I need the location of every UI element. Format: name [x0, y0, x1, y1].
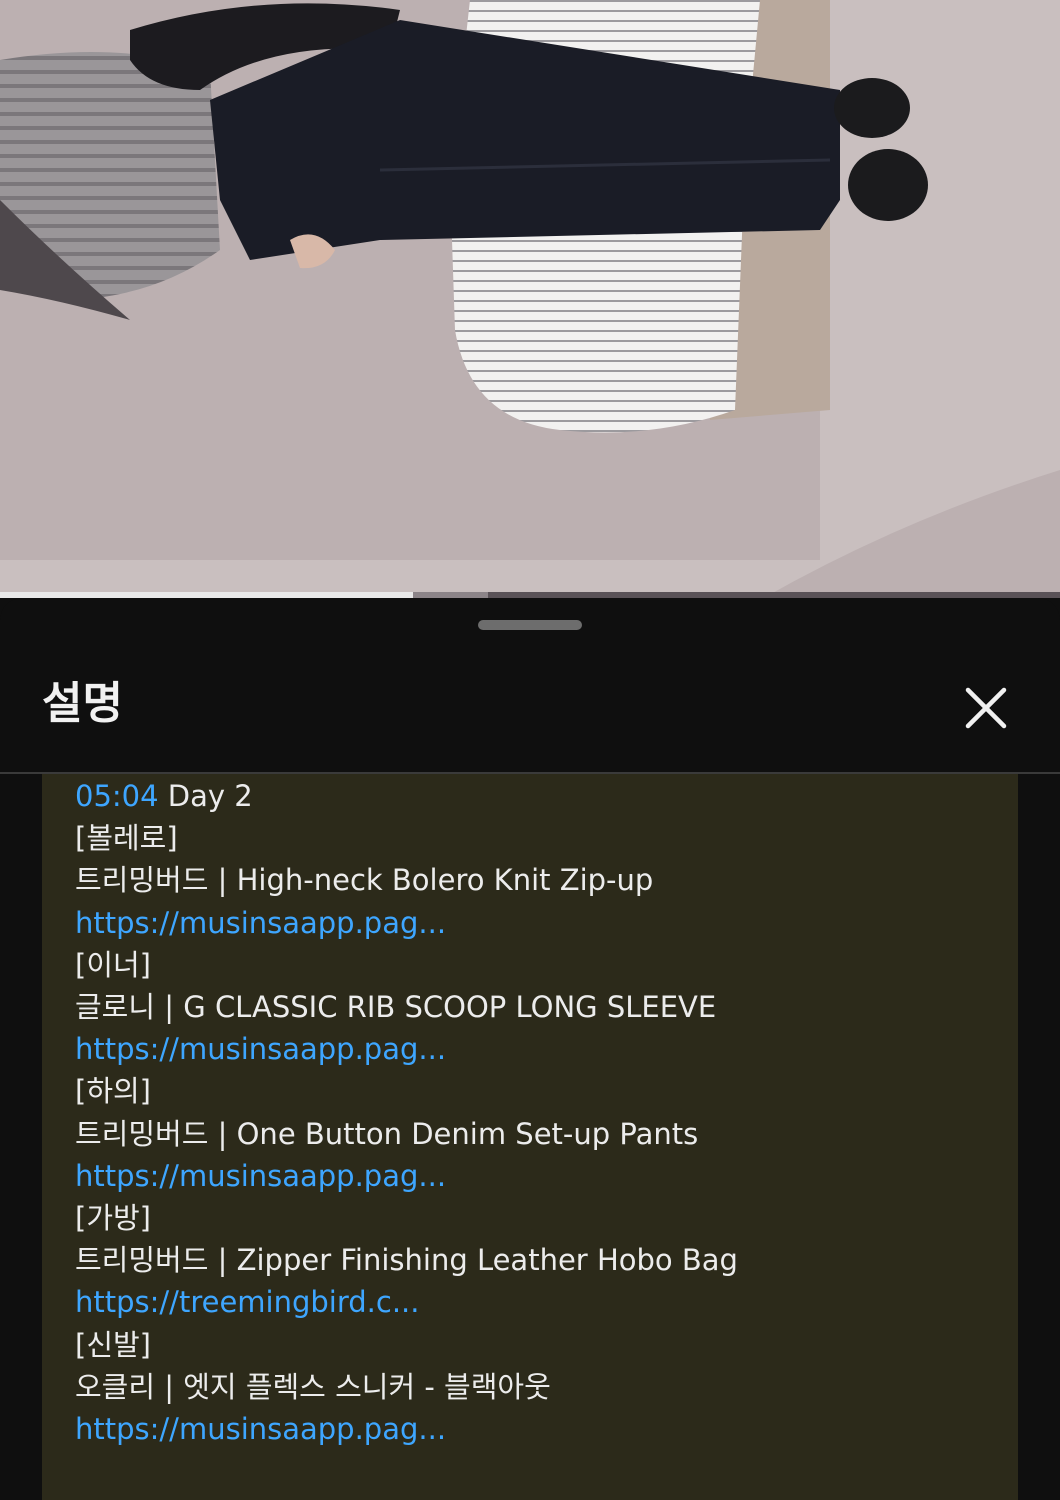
description-line: 트리밍버드 | Zipper Finishing Leather Hobo Ba… — [75, 1243, 738, 1278]
sheet-title: 설명 — [42, 678, 123, 729]
description-line: [볼레로] — [75, 821, 178, 856]
description-line: 글로니 | G CLASSIC RIB SCOOP LONG SLEEVE — [75, 990, 717, 1025]
timestamp-link[interactable]: 05:04 — [75, 779, 159, 813]
description-line: [가방] — [75, 1201, 151, 1236]
close-button[interactable] — [956, 678, 1016, 738]
description-link[interactable]: https://treemingbird.c... — [75, 1281, 1005, 1323]
description-text: 05:04 Day 2 [볼레로] 트리밍버드 | High-neck Boler… — [75, 775, 1005, 1450]
drag-handle[interactable] — [478, 620, 582, 630]
description-link[interactable]: https://musinsaapp.pag... — [75, 902, 1005, 944]
description-line: 트리밍버드 | High-neck Bolero Knit Zip-up — [75, 863, 654, 898]
chapter-line: 05:04 Day 2 — [75, 775, 1005, 817]
video-frame — [0, 0, 1060, 598]
description-highlight: 05:04 Day 2 [볼레로] 트리밍버드 | High-neck Boler… — [42, 774, 1018, 1500]
description-link[interactable]: https://musinsaapp.pag... — [75, 1028, 1005, 1070]
description-sheet: 설명 05:04 Day 2 [볼레로] 트리밍버드 | High-neck Bo… — [0, 598, 1060, 1500]
chapter-title: Day 2 — [158, 779, 253, 813]
close-icon — [965, 687, 1007, 729]
video-player[interactable] — [0, 0, 1060, 598]
description-line: [이너] — [75, 947, 151, 982]
description-line: [하의] — [75, 1074, 151, 1109]
description-line: [신발] — [75, 1327, 151, 1362]
description-line: 오클리 | 엣지 플렉스 스니커 - 블랙아웃 — [75, 1369, 551, 1404]
description-link[interactable]: https://musinsaapp.pag... — [75, 1155, 1005, 1197]
description-line: 트리밍버드 | One Button Denim Set-up Pants — [75, 1116, 699, 1151]
description-link[interactable]: https://musinsaapp.pag... — [75, 1408, 1005, 1450]
